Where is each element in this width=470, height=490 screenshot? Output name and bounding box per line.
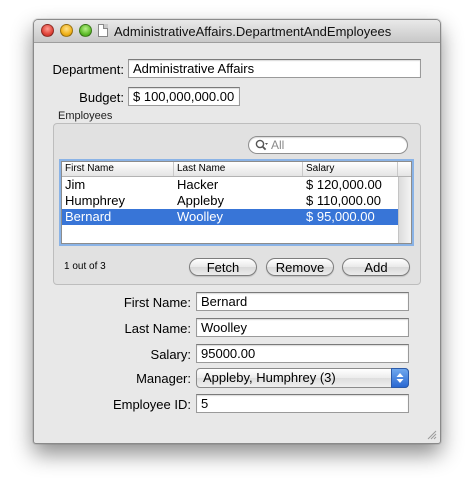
add-button[interactable]: Add — [342, 258, 410, 276]
employee-id-label: Employee ID: — [112, 397, 191, 412]
table-row[interactable]: Humphrey Appleby $ 110,000.00 — [62, 193, 398, 209]
resize-grip-icon[interactable] — [427, 430, 437, 440]
column-header-last-name[interactable]: Last Name — [174, 162, 303, 176]
cell-salary: $ 110,000.00 — [306, 193, 381, 208]
department-field[interactable]: Administrative Affairs — [128, 59, 421, 78]
budget-field[interactable]: $ 100,000,000.00 — [128, 87, 240, 106]
up-down-arrows-icon[interactable] — [391, 368, 409, 388]
title-bar[interactable]: AdministrativeAffairs.DepartmentAndEmplo… — [34, 20, 440, 43]
employees-table[interactable]: First Name Last Name Salary Jim Hacker $… — [61, 161, 412, 244]
manager-label: Manager: — [136, 371, 191, 386]
budget-label: Budget: — [79, 90, 124, 105]
close-button[interactable] — [41, 24, 54, 37]
department-label: Department: — [52, 62, 124, 77]
employee-id-field[interactable]: 5 — [196, 394, 409, 413]
minimize-button[interactable] — [60, 24, 73, 37]
manager-popup-value: Appleby, Humphrey (3) — [203, 370, 336, 385]
document-icon[interactable] — [98, 24, 108, 37]
table-row[interactable]: Jim Hacker $ 120,000.00 — [62, 177, 398, 193]
salary-field[interactable]: 95000.00 — [196, 344, 409, 363]
last-name-label: Last Name: — [124, 321, 191, 336]
cell-last-name: Woolley — [177, 209, 224, 224]
table-header: First Name Last Name Salary — [62, 162, 411, 177]
app-window: AdministrativeAffairs.DepartmentAndEmplo… — [33, 19, 441, 444]
cell-first-name: Bernard — [65, 209, 112, 224]
table-row-selected[interactable]: Bernard Woolley $ 95,000.00 — [62, 209, 398, 225]
remove-button[interactable]: Remove — [266, 258, 334, 276]
employees-group-title: Employees — [58, 110, 113, 122]
salary-label: Salary: — [150, 347, 191, 362]
table-scrollbar[interactable] — [398, 177, 411, 243]
window-title: AdministrativeAffairs.DepartmentAndEmplo… — [114, 24, 392, 39]
first-name-field[interactable]: Bernard — [196, 292, 409, 311]
cell-first-name: Jim — [65, 177, 86, 192]
manager-popup[interactable]: Appleby, Humphrey (3) — [196, 368, 409, 388]
cell-last-name: Appleby — [177, 193, 224, 208]
search-placeholder: All — [271, 138, 285, 152]
column-header-first-name[interactable]: First Name — [62, 162, 174, 176]
record-count: 1 out of 3 — [64, 261, 106, 272]
cell-last-name: Hacker — [177, 177, 219, 192]
column-header-salary[interactable]: Salary — [303, 162, 398, 176]
search-field[interactable]: All — [248, 136, 408, 154]
last-name-field[interactable]: Woolley — [196, 318, 409, 337]
cell-first-name: Humphrey — [65, 193, 125, 208]
search-icon[interactable] — [255, 139, 269, 153]
cell-salary: $ 95,000.00 — [306, 209, 375, 224]
fetch-button[interactable]: Fetch — [189, 258, 257, 276]
zoom-button[interactable] — [79, 24, 92, 37]
cell-salary: $ 120,000.00 — [306, 177, 382, 192]
first-name-label: First Name: — [123, 295, 191, 310]
